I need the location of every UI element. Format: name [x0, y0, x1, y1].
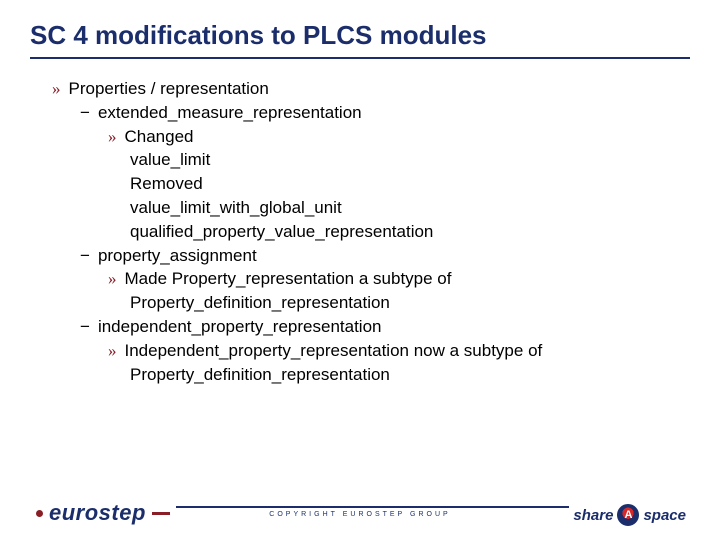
text-line: value_limit_with_global_unit	[30, 196, 690, 220]
logo-right-1: share	[573, 507, 613, 524]
logo-a-icon: A	[617, 504, 639, 526]
text-line: Removed	[30, 172, 690, 196]
bullet-level3: » Made Property_representation a subtype …	[30, 267, 690, 291]
text-l1: Properties / representation	[69, 79, 269, 98]
bullet-level2: −extended_measure_representation	[30, 101, 690, 125]
slide-title: SC 4 modifications to PLCS modules	[30, 20, 690, 59]
logo-text: eurostep	[49, 500, 146, 526]
text-sub2-l3a: Made Property_representation a subtype o…	[125, 269, 452, 288]
text-sub3-l3a: Independent_property_representation now …	[125, 341, 543, 360]
logo-eurostep: eurostep	[30, 500, 176, 526]
text-sub1-l3: Changed	[125, 127, 194, 146]
bullet-level3: » Changed	[30, 125, 690, 149]
text-line: Property_definition_representation	[30, 363, 690, 387]
slide: SC 4 modifications to PLCS modules »Prop…	[0, 0, 720, 540]
bullet-level1: » Properties / representation	[30, 77, 690, 101]
raquo-icon: »	[52, 77, 61, 101]
logo-right-2: space	[643, 507, 686, 524]
dash-icon: −	[80, 244, 90, 268]
text-sub3: independent_property_representation	[98, 317, 382, 336]
text-line: value_limit	[30, 148, 690, 172]
text-line: Property_definition_representation	[30, 291, 690, 315]
raquo-icon: »	[108, 267, 117, 291]
text-sub1: extended_measure_representation	[98, 103, 362, 122]
text-sub2: property_assignment	[98, 246, 257, 265]
bullet-level2: −independent_property_representation	[30, 315, 690, 339]
dot-icon	[36, 510, 43, 517]
text-line: qualified_property_value_representation	[30, 220, 690, 244]
raquo-icon: »	[108, 339, 117, 363]
dash-icon: −	[80, 101, 90, 125]
dash-icon	[152, 512, 170, 515]
dash-icon: −	[80, 315, 90, 339]
raquo-icon: »	[108, 125, 117, 149]
slide-content: »Properties / representation −extended_m…	[30, 77, 690, 386]
bullet-level3: » Independent_property_representation now…	[30, 339, 690, 363]
logo-sharespace: share A space	[569, 504, 690, 526]
footer: eurostep COPYRIGHT EUROSTEP GROUP share …	[0, 476, 720, 526]
bullet-level2: −property_assignment	[30, 244, 690, 268]
copyright-text: COPYRIGHT EUROSTEP GROUP	[263, 511, 456, 518]
